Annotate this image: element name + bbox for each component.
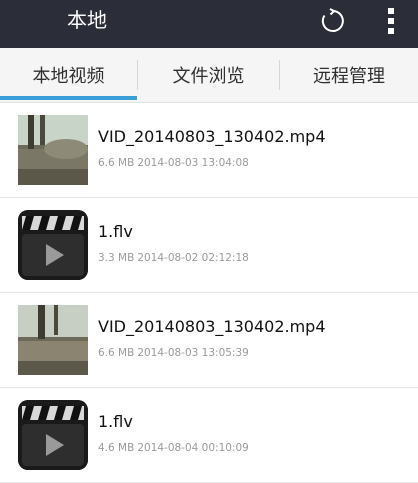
file-meta: 6.6 MB 2014-08-03 13:04:08 [98, 157, 249, 169]
refresh-icon[interactable] [318, 6, 348, 36]
clapperboard-icon [18, 400, 88, 470]
page-title: 本地 [67, 8, 107, 32]
tab-local-videos[interactable]: 本地视频 [0, 48, 137, 102]
list-item[interactable]: 1.flv 3.3 MB 2014-08-02 02:12:18 [0, 198, 418, 293]
file-date: 2014-08-03 13:04:08 [137, 157, 249, 169]
file-date: 2014-08-03 13:05:39 [137, 347, 249, 359]
top-app-bar: 本地 [0, 0, 418, 48]
clapperboard-icon [18, 210, 88, 280]
file-meta: 3.3 MB 2014-08-02 02:12:18 [98, 252, 249, 264]
file-date: 2014-08-02 02:12:18 [137, 252, 249, 264]
overflow-menu-icon[interactable] [380, 6, 402, 36]
active-tab-indicator [0, 96, 137, 100]
file-name: 1.flv [98, 412, 133, 431]
list-item[interactable]: VID_20140803_130402.mp4 6.6 MB 2014-08-03… [0, 103, 418, 198]
file-size: 6.6 MB [98, 157, 135, 169]
file-size: 6.6 MB [98, 347, 135, 359]
file-name: VID_20140803_130402.mp4 [98, 317, 326, 336]
video-thumbnail [18, 305, 88, 375]
file-size: 3.3 MB [98, 252, 135, 264]
file-size: 4.6 MB [98, 442, 135, 454]
video-thumbnail [18, 115, 88, 185]
tab-bar: 本地视频 文件浏览 远程管理 [0, 48, 418, 103]
tab-remote-management[interactable]: 远程管理 [280, 48, 418, 102]
tab-file-browser[interactable]: 文件浏览 [138, 48, 279, 102]
file-date: 2014-08-04 00:10:09 [137, 442, 249, 454]
file-meta: 6.6 MB 2014-08-03 13:05:39 [98, 347, 249, 359]
list-item[interactable]: VID_20140803_130402.mp4 6.6 MB 2014-08-03… [0, 293, 418, 388]
file-meta: 4.6 MB 2014-08-04 00:10:09 [98, 442, 249, 454]
file-name: VID_20140803_130402.mp4 [98, 127, 326, 146]
file-name: 1.flv [98, 222, 133, 241]
list-item[interactable]: 1.flv 4.6 MB 2014-08-04 00:10:09 [0, 388, 418, 483]
